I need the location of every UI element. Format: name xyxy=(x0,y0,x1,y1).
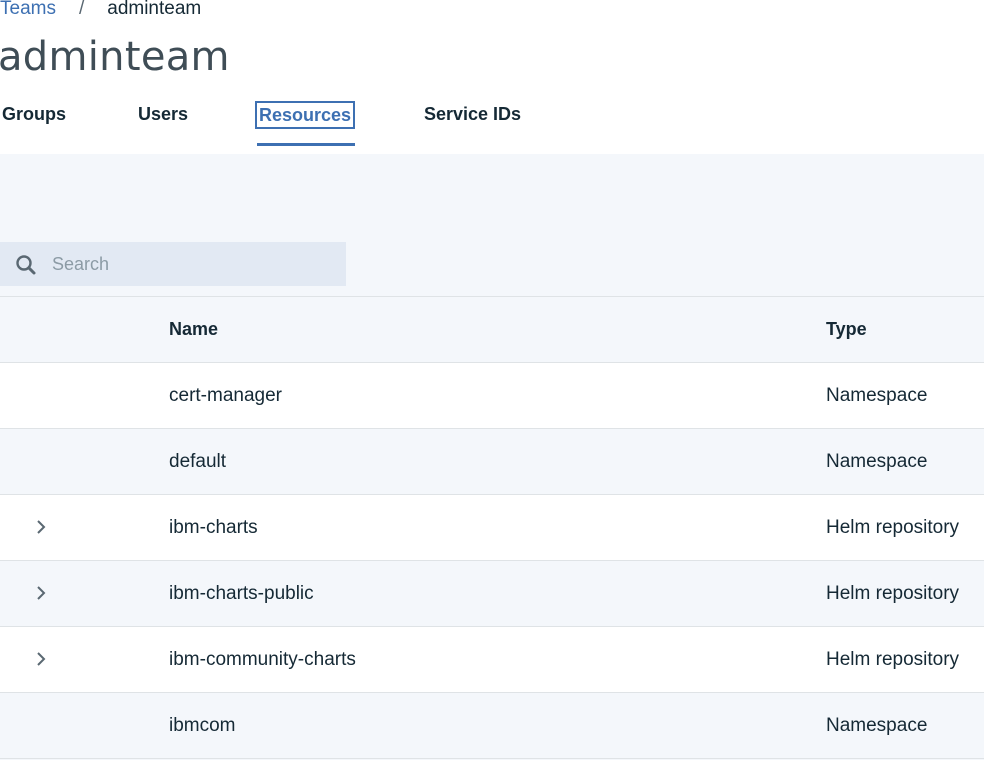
table-row[interactable]: ibmcom Namespace xyxy=(0,692,984,758)
active-tab-indicator xyxy=(257,143,355,146)
table-row[interactable]: default Namespace xyxy=(0,428,984,494)
page-title: adminteam xyxy=(0,34,230,80)
search-input[interactable] xyxy=(52,242,332,286)
tab-users-label: Users xyxy=(138,104,189,124)
column-header-name[interactable]: Name xyxy=(169,297,218,362)
breadcrumb: Teams / adminteam xyxy=(0,0,201,20)
resource-type: Namespace xyxy=(826,385,928,406)
resource-name: ibm-community-charts xyxy=(169,649,356,670)
resource-type: Helm repository xyxy=(826,583,960,604)
table-row[interactable]: ibm-community-charts Helm repository xyxy=(0,626,984,692)
expand-row-button[interactable] xyxy=(30,515,52,539)
tab-resources[interactable]: Resources xyxy=(254,100,356,146)
resource-name: cert-manager xyxy=(169,385,282,406)
resource-name: default xyxy=(169,451,227,472)
tab-users[interactable]: Users xyxy=(136,100,192,146)
table-row[interactable]: ibm-charts-public Helm repository xyxy=(0,560,984,626)
resource-type: Helm repository xyxy=(826,649,960,670)
tab-service-ids[interactable]: Service IDs xyxy=(422,100,532,146)
resource-type: Namespace xyxy=(826,715,928,736)
resource-name: ibmcom xyxy=(169,715,236,736)
tab-service-ids-label: Service IDs xyxy=(424,104,522,124)
resource-type: Namespace xyxy=(826,451,928,472)
table-header: Name Type xyxy=(0,296,984,362)
resource-type: Helm repository xyxy=(826,517,960,538)
tab-groups-label: Groups xyxy=(2,104,67,124)
expand-row-button[interactable] xyxy=(30,647,52,671)
chevron-right-icon xyxy=(37,652,46,666)
chevron-right-icon xyxy=(37,520,46,534)
table-row[interactable]: ibm-charts Helm repository xyxy=(0,494,984,560)
resources-table: Name Type cert-manager Namespace default… xyxy=(0,296,984,759)
resource-name: ibm-charts xyxy=(169,517,258,538)
table-row[interactable]: cert-manager Namespace xyxy=(0,362,984,428)
table-bottom-border xyxy=(0,758,984,759)
tab-resources-label: Resources xyxy=(254,101,356,129)
column-header-type[interactable]: Type xyxy=(826,297,867,362)
search-box xyxy=(0,242,346,286)
search-icon xyxy=(16,255,36,275)
breadcrumb-current: adminteam xyxy=(107,0,202,19)
chevron-right-icon xyxy=(37,586,46,600)
resource-name: ibm-charts-public xyxy=(169,583,314,604)
breadcrumb-teams-link[interactable]: Teams xyxy=(0,0,56,20)
expand-row-button[interactable] xyxy=(30,581,52,605)
tab-groups[interactable]: Groups xyxy=(0,100,70,146)
resources-panel: Name Type cert-manager Namespace default… xyxy=(0,154,984,760)
breadcrumb-separator: / xyxy=(78,0,85,19)
